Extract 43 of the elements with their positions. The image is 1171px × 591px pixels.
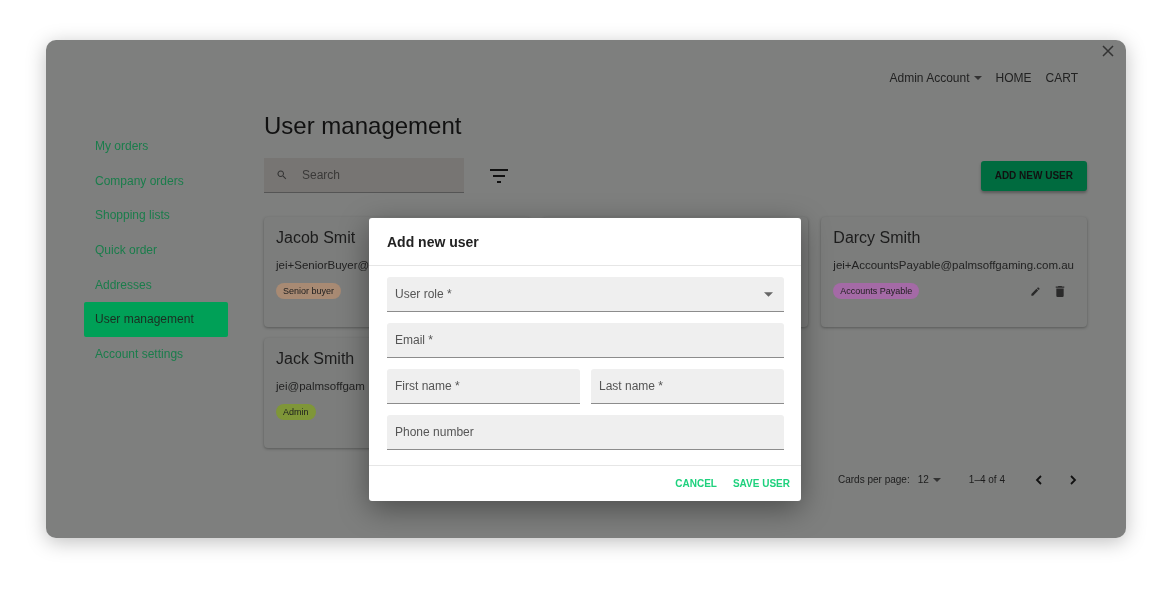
search-icon bbox=[276, 169, 288, 181]
role-tag: Senior buyer bbox=[276, 283, 342, 299]
nav-link[interactable]: CART bbox=[1045, 71, 1078, 85]
next-page-icon[interactable] bbox=[1069, 474, 1077, 485]
caret-icon bbox=[932, 477, 941, 482]
sidebar-item[interactable]: Account settings bbox=[84, 336, 228, 372]
sidebar-item[interactable]: Quick order bbox=[84, 232, 228, 268]
role-tag: Accounts Payable bbox=[833, 283, 920, 299]
cards-per-page-label: Cards per page: bbox=[838, 474, 910, 485]
user-name: Jacob Smit bbox=[276, 229, 356, 247]
user-name: Darcy Smith bbox=[833, 229, 921, 247]
dropdown-caret-icon bbox=[764, 292, 773, 297]
filter-icon[interactable] bbox=[490, 168, 508, 183]
input-field[interactable]: Email * bbox=[387, 323, 784, 358]
input-field[interactable]: First name * bbox=[387, 369, 580, 404]
trash-icon[interactable] bbox=[1055, 285, 1065, 297]
per-page-select[interactable]: 12 bbox=[917, 474, 941, 485]
input-field[interactable]: Last name * bbox=[591, 369, 784, 404]
input-field[interactable]: Phone number bbox=[387, 415, 784, 450]
sidebar-item[interactable]: Shopping lists bbox=[84, 198, 228, 233]
nav-link[interactable]: HOME bbox=[995, 71, 1032, 85]
sidebar-item[interactable]: My orders bbox=[84, 129, 228, 164]
add-user-button[interactable]: ADD NEW USER bbox=[980, 160, 1087, 191]
sidebar-item[interactable]: Addresses bbox=[84, 267, 228, 302]
text-button[interactable]: SAVE USER bbox=[729, 474, 793, 493]
text-button[interactable]: CANCEL bbox=[672, 474, 720, 493]
previous-page-icon[interactable] bbox=[1035, 474, 1043, 485]
page-title: User management bbox=[264, 112, 463, 140]
pencil-icon[interactable] bbox=[1030, 285, 1041, 297]
dialog-title: Add new user bbox=[369, 218, 801, 266]
account-menu[interactable]: Admin Account bbox=[889, 71, 982, 85]
user-email: jei@palmsoffgam bbox=[276, 380, 365, 392]
sidebar-item[interactable]: Company orders bbox=[84, 163, 228, 199]
close-icon[interactable] bbox=[1101, 44, 1115, 58]
sidebar-item[interactable]: User management bbox=[84, 301, 228, 337]
user-email: jei+AccountsPayable@palmsoffgaming.com.au bbox=[833, 259, 1074, 271]
page-range: 1–4 of 4 bbox=[968, 474, 1005, 485]
search-field[interactable]: Search bbox=[264, 158, 464, 193]
role-tag: Admin bbox=[276, 404, 316, 420]
input-field[interactable]: User role * bbox=[387, 277, 784, 312]
user-name: Jack Smith bbox=[276, 350, 355, 368]
caret-icon bbox=[973, 76, 982, 80]
user-email: jei+SeniorBuyer@ bbox=[276, 259, 370, 271]
